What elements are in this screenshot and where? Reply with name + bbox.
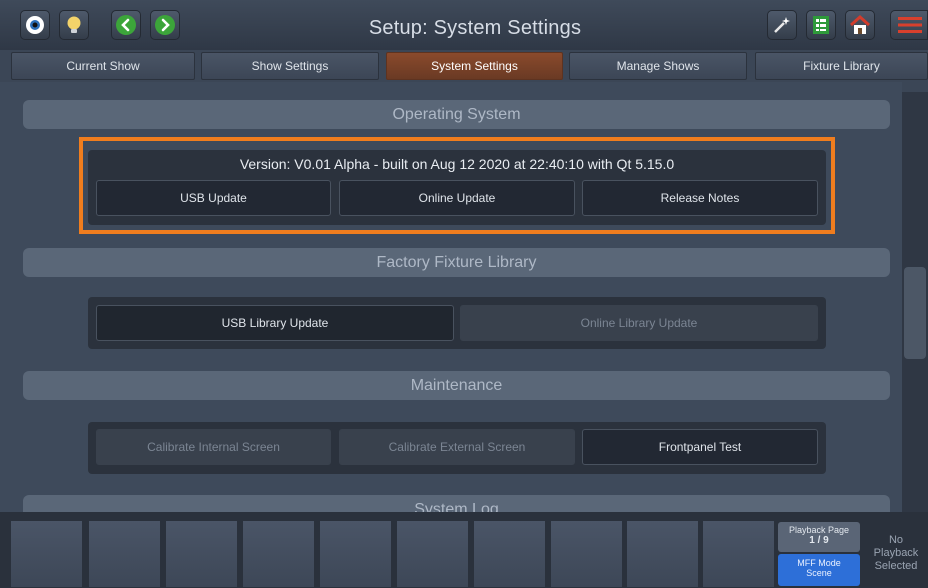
playback-slot[interactable]: [473, 520, 546, 588]
playback-status-line: Selected: [874, 560, 918, 572]
playback-slot[interactable]: [88, 520, 161, 588]
playback-status: No Playback Selected: [864, 524, 928, 584]
mff-mode-button[interactable]: MFF Mode Scene: [778, 554, 860, 586]
spreadsheet-icon[interactable]: [806, 10, 836, 40]
menu-icon[interactable]: [890, 10, 928, 40]
playback-slot[interactable]: [550, 520, 623, 588]
calibrate-external-screen-button: Calibrate External Screen: [339, 429, 575, 465]
page-title: Setup: System Settings: [368, 17, 582, 39]
mff-mode-value: Scene: [806, 568, 832, 578]
playback-slot[interactable]: [702, 520, 775, 588]
playback-slot[interactable]: [626, 520, 699, 588]
playback-slot[interactable]: [319, 520, 392, 588]
online-library-update-button: Online Library Update: [460, 305, 818, 341]
tab-fixture-library[interactable]: Fixture Library: [755, 52, 928, 80]
playback-slot[interactable]: [165, 520, 238, 588]
top-bar: Setup: System Settings: [0, 0, 928, 50]
online-update-button[interactable]: Online Update: [339, 180, 575, 216]
playback-status-line: No: [888, 534, 904, 546]
maintenance-panel: Calibrate Internal Screen Calibrate Exte…: [88, 422, 826, 474]
tab-bar: Current Show Show Settings System Settin…: [0, 52, 928, 82]
playback-page-button[interactable]: Playback Page 1 / 9: [778, 522, 860, 552]
lightbulb-icon[interactable]: [59, 10, 89, 40]
chevron-right-icon[interactable]: [150, 10, 180, 40]
frontpanel-test-button[interactable]: Frontpanel Test: [582, 429, 818, 465]
usb-update-button[interactable]: USB Update: [96, 180, 331, 216]
playback-page-label: Playback Page: [788, 525, 850, 535]
settings-content: Operating System Version: V0.01 Alpha - …: [0, 82, 902, 512]
playback-status-line: Playback: [873, 547, 919, 559]
operating-system-panel: Version: V0.01 Alpha - built on Aug 12 2…: [88, 150, 826, 225]
release-notes-button[interactable]: Release Notes: [582, 180, 818, 216]
scrollbar-thumb[interactable]: [904, 267, 926, 359]
calibrate-internal-screen-button: Calibrate Internal Screen: [96, 429, 331, 465]
section-header-factory-fixture-library: Factory Fixture Library: [23, 248, 890, 277]
mff-mode-label: MFF Mode: [797, 558, 841, 568]
tab-system-settings[interactable]: System Settings: [386, 52, 563, 80]
tab-show-settings[interactable]: Show Settings: [201, 52, 379, 80]
playback-bar: Playback Page 1 / 9 MFF Mode Scene No Pl…: [0, 512, 928, 588]
scrollbar[interactable]: [902, 92, 928, 512]
usb-library-update-button[interactable]: USB Library Update: [96, 305, 454, 341]
tab-manage-shows[interactable]: Manage Shows: [569, 52, 747, 80]
tab-current-show[interactable]: Current Show: [11, 52, 195, 80]
section-header-maintenance: Maintenance: [23, 371, 890, 400]
playback-slot[interactable]: [396, 520, 469, 588]
magic-wand-icon[interactable]: [767, 10, 797, 40]
version-text: Version: V0.01 Alpha - built on Aug 12 2…: [239, 156, 675, 172]
home-icon[interactable]: [845, 10, 875, 40]
eye-icon[interactable]: [20, 10, 50, 40]
playback-slot[interactable]: [10, 520, 83, 588]
fixture-library-panel: USB Library Update Online Library Update: [88, 297, 826, 349]
playback-page-value: 1 / 9: [809, 535, 829, 546]
section-header-system-log: System Log: [23, 495, 890, 512]
playback-slot[interactable]: [242, 520, 315, 588]
chevron-left-icon[interactable]: [111, 10, 141, 40]
section-header-operating-system: Operating System: [23, 100, 890, 129]
